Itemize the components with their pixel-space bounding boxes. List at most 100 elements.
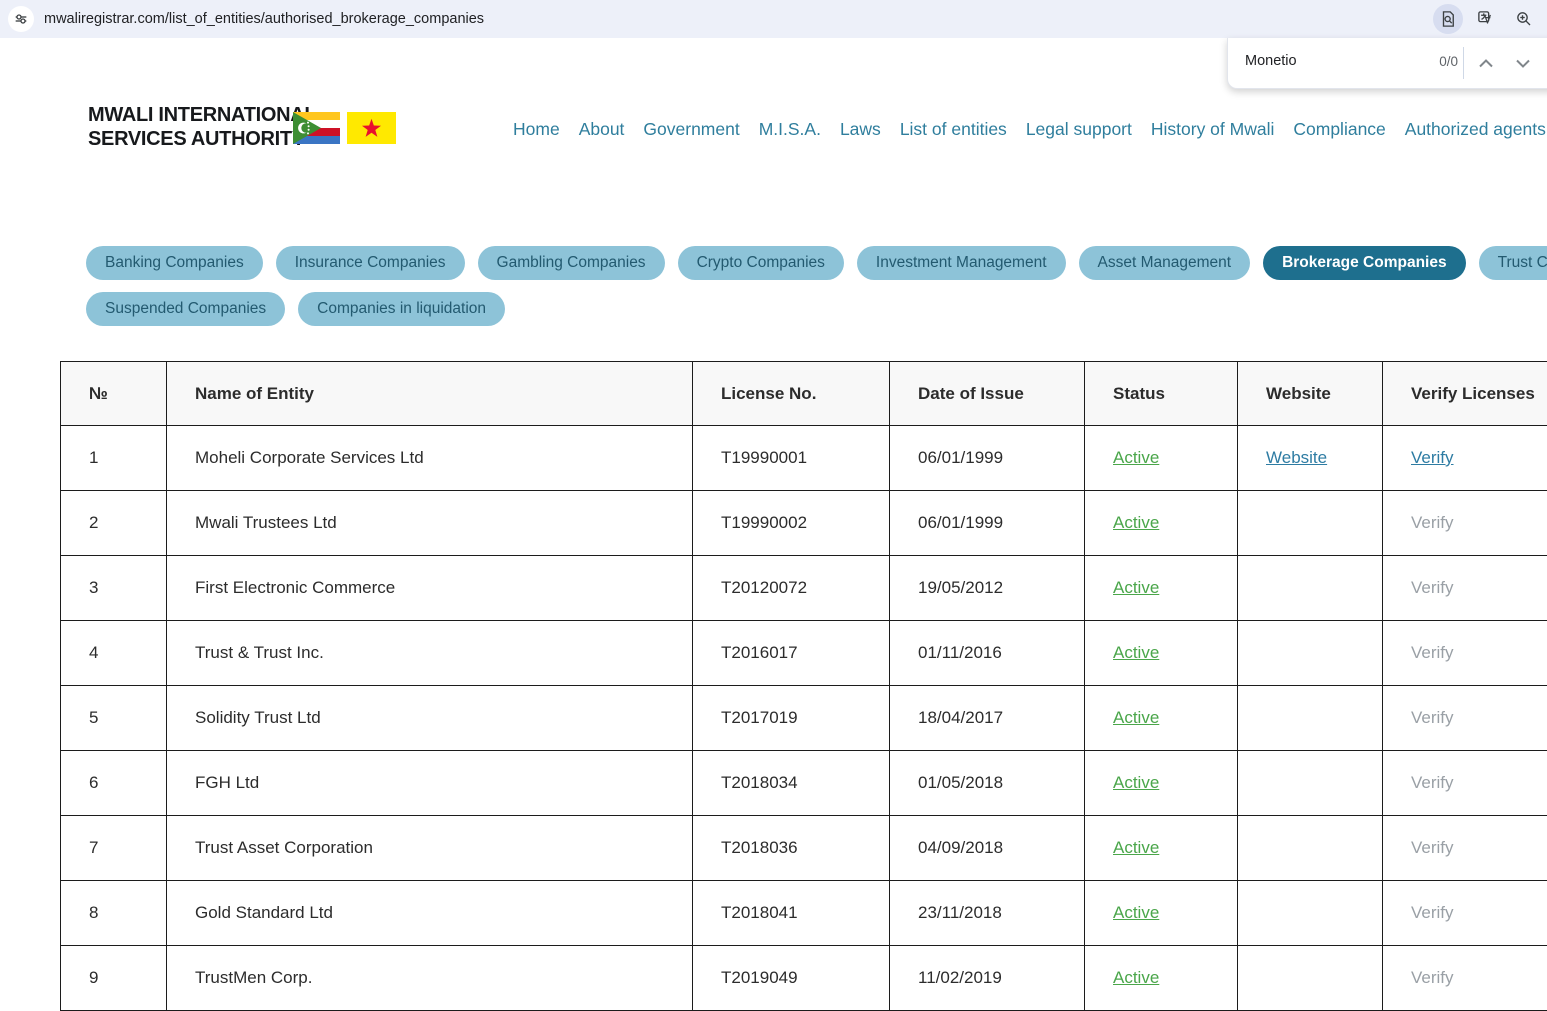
find-match-count: 0/0 xyxy=(1398,54,1458,69)
nav-item-laws[interactable]: Laws xyxy=(840,119,881,140)
cell-website xyxy=(1238,621,1383,686)
filter-pill-companies-in-liquidation[interactable]: Companies in liquidation xyxy=(298,292,505,326)
cell-number: 7 xyxy=(61,816,167,881)
cell-website xyxy=(1238,556,1383,621)
nav-item-home[interactable]: Home xyxy=(513,119,560,140)
cell-verify: Verify xyxy=(1383,556,1547,621)
nav-item-m-i-s-a[interactable]: M.I.S.A. xyxy=(759,119,821,140)
find-divider xyxy=(1463,47,1464,79)
filter-row-2: Suspended Companies Companies in liquidat… xyxy=(86,292,1546,326)
cell-website xyxy=(1238,816,1383,881)
nav-item-legal-support[interactable]: Legal support xyxy=(1026,119,1132,140)
cell-website xyxy=(1238,946,1383,1011)
table-row: 9TrustMen Corp.T201904911/02/2019 Active V… xyxy=(61,946,1547,1011)
cell-entity-name: First Electronic Commerce xyxy=(167,556,693,621)
filter-pill-investment-management[interactable]: Investment Management xyxy=(857,246,1066,280)
status-link[interactable]: Active xyxy=(1113,773,1159,792)
column-header-status: Status xyxy=(1085,362,1238,426)
cell-status: Active xyxy=(1085,426,1238,491)
verify-label-disabled: Verify xyxy=(1411,578,1454,597)
nav-item-authorized-agents[interactable]: Authorized agents xyxy=(1405,119,1546,140)
verify-link[interactable]: Verify xyxy=(1411,448,1454,467)
filter-pill-gambling-companies[interactable]: Gambling Companies xyxy=(478,246,665,280)
cell-website: Website xyxy=(1238,426,1383,491)
nav-item-about[interactable]: About xyxy=(579,119,625,140)
cell-date-of-issue: 11/02/2019 xyxy=(890,946,1085,1011)
cell-license-no: T19990002 xyxy=(693,491,890,556)
table-row: 7Trust Asset CorporationT201803604/09/20… xyxy=(61,816,1547,881)
filter-pill-trust-companies[interactable]: Trust Companies xyxy=(1479,246,1547,280)
cell-website xyxy=(1238,751,1383,816)
filter-pill-asset-management[interactable]: Asset Management xyxy=(1079,246,1251,280)
find-previous-button[interactable] xyxy=(1474,51,1498,75)
find-next-button[interactable] xyxy=(1511,51,1535,75)
verify-label-disabled: Verify xyxy=(1411,773,1454,792)
find-in-page-icon[interactable] xyxy=(1433,4,1463,34)
mwali-flag-icon xyxy=(347,112,396,144)
cell-number: 6 xyxy=(61,751,167,816)
main-nav: Home About Government M.I.S.A. Laws List of e… xyxy=(513,119,1547,140)
cell-number: 3 xyxy=(61,556,167,621)
status-link[interactable]: Active xyxy=(1113,708,1159,727)
verify-label-disabled: Verify xyxy=(1411,643,1454,662)
cell-number: 5 xyxy=(61,686,167,751)
cell-license-no: T2018034 xyxy=(693,751,890,816)
website-link[interactable]: Website xyxy=(1266,448,1327,467)
cell-entity-name: Trust & Trust Inc. xyxy=(167,621,693,686)
filter-pill-brokerage-companies[interactable]: Brokerage Companies xyxy=(1263,246,1466,280)
cell-license-no: T2018041 xyxy=(693,881,890,946)
status-link[interactable]: Active xyxy=(1113,513,1159,532)
nav-item-list-of-entities[interactable]: List of entities xyxy=(900,119,1007,140)
zoom-icon[interactable] xyxy=(1509,4,1539,34)
table-header-row: №Name of EntityLicense No.Date of IssueS… xyxy=(61,362,1547,426)
cell-status: Active xyxy=(1085,686,1238,751)
verify-label-disabled: Verify xyxy=(1411,838,1454,857)
cell-number: 9 xyxy=(61,946,167,1011)
cell-verify: Verify xyxy=(1383,491,1547,556)
cell-entity-name: FGH Ltd xyxy=(167,751,693,816)
filter-pill-crypto-companies[interactable]: Crypto Companies xyxy=(678,246,844,280)
filter-pill-banking-companies[interactable]: Banking Companies xyxy=(86,246,263,280)
verify-label-disabled: Verify xyxy=(1411,708,1454,727)
translate-icon[interactable] xyxy=(1471,4,1501,34)
cell-entity-name: TrustMen Corp. xyxy=(167,946,693,1011)
cell-license-no: T2016017 xyxy=(693,621,890,686)
verify-label-disabled: Verify xyxy=(1411,968,1454,987)
cell-website xyxy=(1238,881,1383,946)
status-link[interactable]: Active xyxy=(1113,903,1159,922)
nav-item-history-of-mwali[interactable]: History of Mwali xyxy=(1151,119,1275,140)
url-text[interactable]: mwaliregistrar.com/list_of_entities/auth… xyxy=(44,11,484,27)
cell-verify: Verify xyxy=(1383,426,1547,491)
nav-item-government[interactable]: Government xyxy=(643,119,739,140)
column-header-verify-licenses: Verify Licenses xyxy=(1383,362,1547,426)
status-link[interactable]: Active xyxy=(1113,968,1159,987)
status-link[interactable]: Active xyxy=(1113,838,1159,857)
cell-status: Active xyxy=(1085,946,1238,1011)
cell-date-of-issue: 18/04/2017 xyxy=(890,686,1085,751)
cell-date-of-issue: 01/11/2016 xyxy=(890,621,1085,686)
cell-entity-name: Moheli Corporate Services Ltd xyxy=(167,426,693,491)
table-row: 2Mwali Trustees LtdT1999000206/01/1999Ac… xyxy=(61,491,1547,556)
filter-pill-insurance-companies[interactable]: Insurance Companies xyxy=(276,246,465,280)
cell-date-of-issue: 06/01/1999 xyxy=(890,426,1085,491)
status-link[interactable]: Active xyxy=(1113,578,1159,597)
site-info-icon[interactable] xyxy=(8,6,34,32)
status-link[interactable]: Active xyxy=(1113,643,1159,662)
status-link[interactable]: Active xyxy=(1113,448,1159,467)
logo-line2: SERVICES AUTHORITY xyxy=(88,127,316,151)
find-input[interactable]: Monetio xyxy=(1245,53,1297,69)
table-row: 4Trust & Trust Inc.T201601701/11/2016Act… xyxy=(61,621,1547,686)
cell-website xyxy=(1238,686,1383,751)
cell-verify: Verify xyxy=(1383,751,1547,816)
table-row: 8Gold Standard LtdT201804123/11/2018Acti… xyxy=(61,881,1547,946)
find-in-page-panel: Monetio 0/0 xyxy=(1227,38,1547,89)
filter-pill-suspended-companies[interactable]: Suspended Companies xyxy=(86,292,285,326)
cell-entity-name: Mwali Trustees Ltd xyxy=(167,491,693,556)
cell-entity-name: Solidity Trust Ltd xyxy=(167,686,693,751)
cell-date-of-issue: 01/05/2018 xyxy=(890,751,1085,816)
cell-license-no: T2019049 xyxy=(693,946,890,1011)
cell-website xyxy=(1238,491,1383,556)
nav-item-compliance[interactable]: Compliance xyxy=(1293,119,1385,140)
table-row: 5Solidity Trust LtdT201701918/04/2017Act… xyxy=(61,686,1547,751)
column-header-name-of-entity: Name of Entity xyxy=(167,362,693,426)
